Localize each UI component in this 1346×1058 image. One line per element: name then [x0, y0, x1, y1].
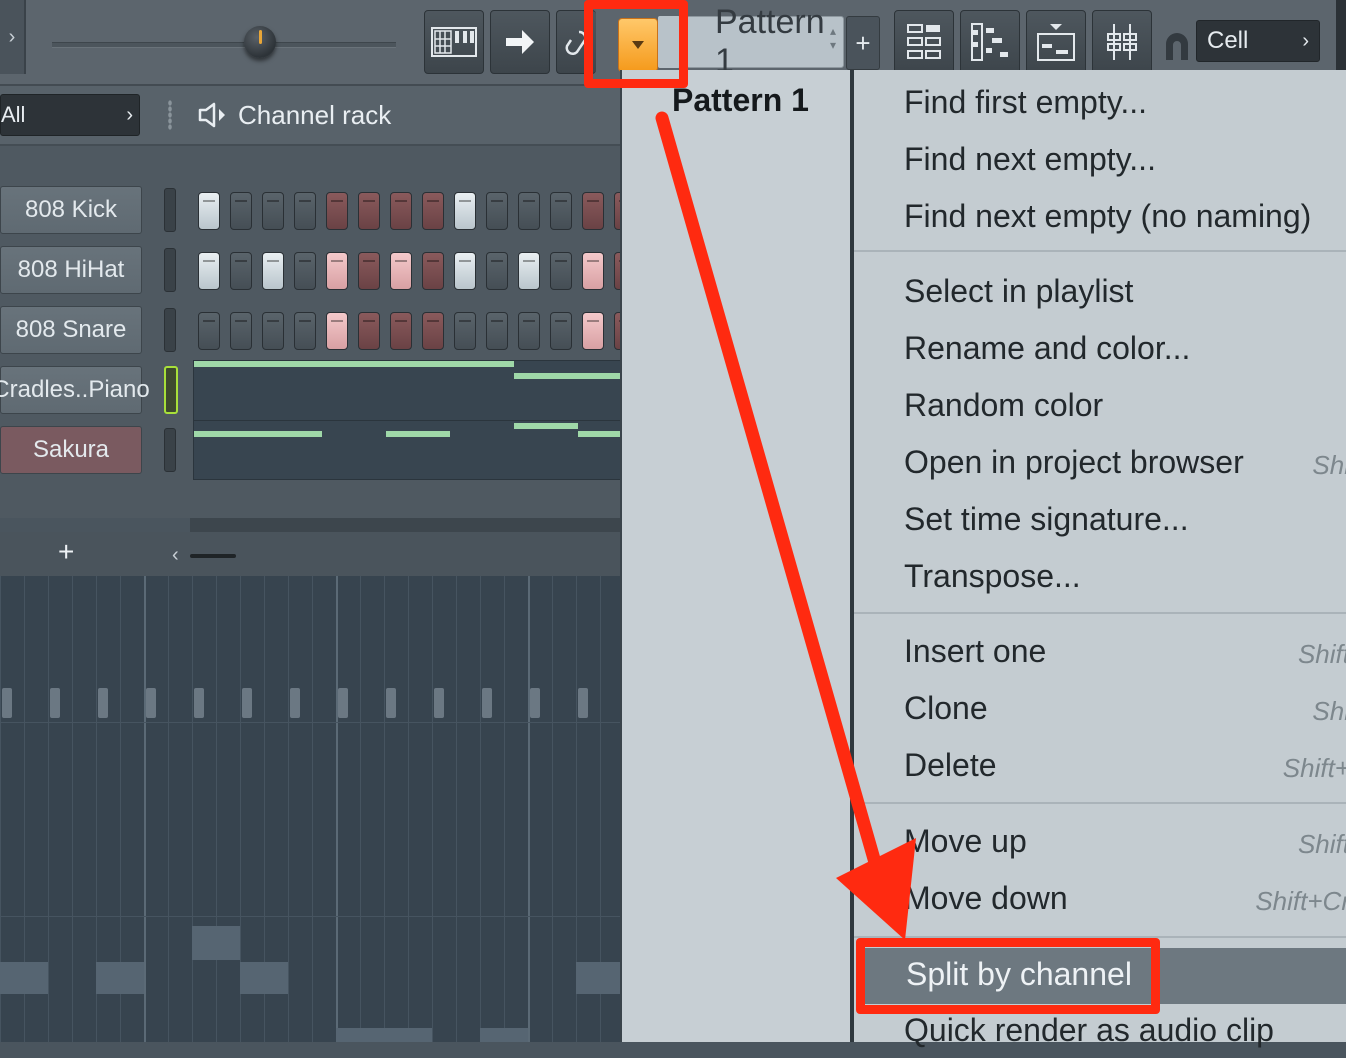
annotation-arrow: [655, 111, 916, 940]
